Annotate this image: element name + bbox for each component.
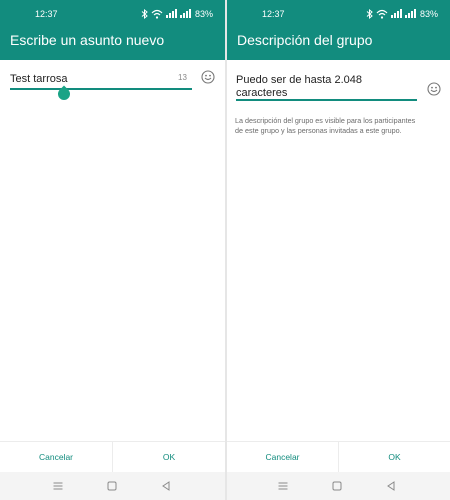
status-bar: 12:37 83% [227, 0, 450, 27]
page-title: Descripción del grupo [237, 32, 373, 48]
status-time: 12:37 [35, 9, 58, 19]
input-underline [10, 88, 192, 90]
cancel-button[interactable]: Cancelar [0, 442, 112, 472]
battery-level: 83% [419, 8, 438, 19]
system-nav-bar [227, 472, 450, 500]
description-helper-text: La descripción del grupo es visible para… [235, 116, 447, 135]
status-icons: 83% [366, 8, 438, 19]
dialog-button-bar: Cancelar OK [227, 442, 450, 472]
menu-nav-icon[interactable] [277, 480, 289, 492]
cancel-button[interactable]: Cancelar [227, 442, 338, 472]
app-bar: 12:37 83% Escribe un asunto nuevo [0, 0, 225, 60]
group-description-screen: 12:37 83% Descripción del grupo Puedo se… [227, 0, 450, 500]
char-counter: 13 [178, 73, 187, 82]
edit-subject-screen: 12:37 83% Escribe un asunto nuevo Test t… [0, 0, 225, 500]
signal-icon [179, 9, 191, 18]
subject-input[interactable]: Test tarrosa [10, 72, 192, 92]
wifi-icon [376, 9, 388, 19]
home-nav-icon[interactable] [106, 480, 118, 492]
subject-input-value[interactable]: Test tarrosa [10, 73, 67, 86]
wifi-icon [151, 9, 163, 19]
back-nav-icon[interactable] [385, 480, 397, 492]
signal-icon [404, 9, 416, 18]
helper-line-1: La descripción del grupo es visible para… [235, 116, 416, 125]
bluetooth-icon [141, 8, 148, 19]
back-nav-icon[interactable] [160, 480, 172, 492]
ok-button[interactable]: OK [113, 442, 225, 472]
helper-line-2: de este grupo y las personas invitadas a… [235, 125, 402, 135]
dialog-button-bar: Cancelar OK [0, 442, 225, 472]
status-time: 12:37 [262, 9, 285, 19]
system-nav-bar [0, 472, 225, 500]
home-nav-icon[interactable] [331, 480, 343, 492]
status-bar: 12:37 83% [0, 0, 225, 27]
signal-icon [165, 9, 177, 18]
emoji-icon[interactable] [427, 82, 441, 96]
battery-level: 83% [194, 8, 213, 19]
description-input[interactable]: Puedo ser de hasta 2.048 caracteres [236, 74, 417, 102]
app-bar: 12:37 83% Descripción del grupo [227, 0, 450, 60]
menu-nav-icon[interactable] [52, 480, 64, 492]
ok-button[interactable]: OK [339, 442, 450, 472]
description-input-line-1[interactable]: Puedo ser de hasta 2.048 [236, 74, 362, 87]
bluetooth-icon [366, 8, 373, 19]
status-icons: 83% [141, 8, 213, 19]
signal-icon [390, 9, 402, 18]
emoji-icon[interactable] [201, 70, 215, 84]
page-title: Escribe un asunto nuevo [10, 32, 165, 48]
input-underline [236, 99, 417, 101]
